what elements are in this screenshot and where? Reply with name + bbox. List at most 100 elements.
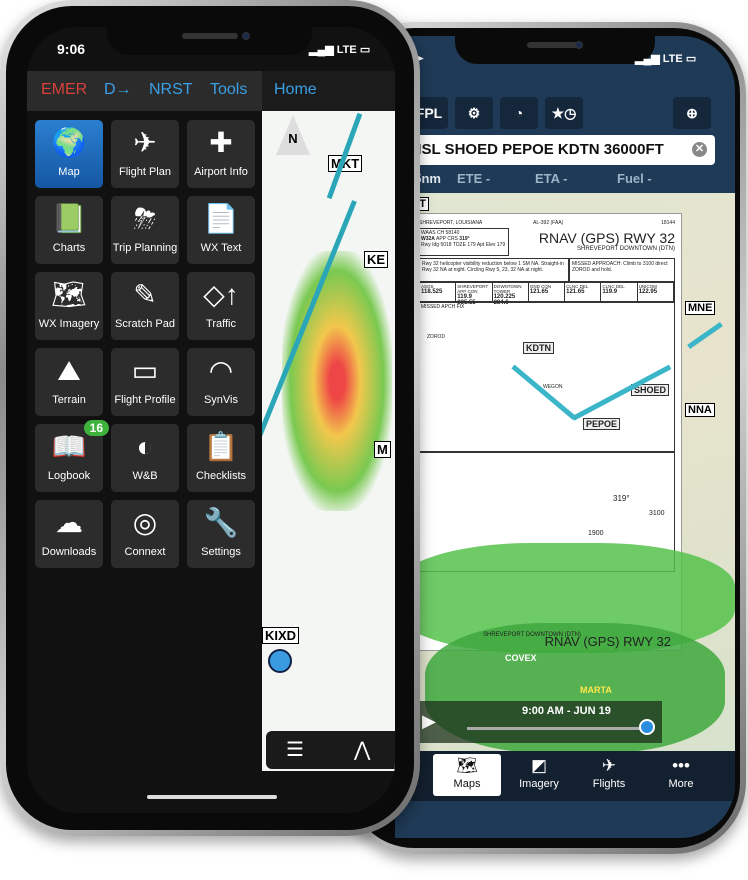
- timeline-label: 9:00 AM - JUN 19: [522, 705, 611, 717]
- tile-checklists[interactable]: 📋 Checklists: [187, 424, 255, 492]
- tile-traffic[interactable]: ◇↑ Traffic: [187, 272, 255, 340]
- tile-synvis[interactable]: ◠ SynVis: [187, 348, 255, 416]
- map-view[interactable]: N MKT KE M KIXD ☰ ⋀: [262, 111, 395, 771]
- weather-timeline[interactable]: ▶ 9:00 AM - JUN 19: [412, 701, 662, 743]
- timeline-track[interactable]: [467, 727, 647, 730]
- eta-value: ETA -: [535, 171, 568, 186]
- waypoint-kixd: KIXD: [262, 627, 300, 644]
- left-phone-screen: 9:06 ▂▄▆ LTE ▭ EMER D→ NRST Tools Home 🌍…: [27, 27, 395, 813]
- frequency-cell: SHREVEPORT APP CON 119.9 335.55: [456, 283, 493, 306]
- tile-icon: 🗺: [51, 279, 87, 310]
- map-label-nna: NNA: [685, 403, 715, 417]
- map-label-marta: MARTA: [580, 685, 612, 695]
- frequency-cell: UNICOM 122.95: [638, 283, 674, 301]
- north-arrow-icon[interactable]: N: [276, 115, 310, 155]
- gauge-icon: ◔: [514, 105, 524, 121]
- tile-icon: ✚: [209, 127, 233, 158]
- route-input[interactable]: MSL SHOED PEPOE KDTN 36000FT ✕: [405, 135, 715, 165]
- waypoint-m: M: [374, 441, 391, 458]
- home-indicator[interactable]: [147, 795, 277, 799]
- tile-logbook[interactable]: 📖 Logbook 16: [35, 420, 109, 492]
- tab-imagery[interactable]: ◩ Imagery: [505, 754, 573, 796]
- map-icon: 🗺: [456, 756, 478, 775]
- tile-icon: ◠: [208, 355, 234, 386]
- route-line: [687, 321, 723, 350]
- battery-icon: ▭: [685, 53, 697, 65]
- home-button[interactable]: Home: [274, 81, 317, 99]
- route-icon[interactable]: ⋀: [354, 737, 370, 762]
- frequency-cell: GND CON 121.65: [529, 283, 566, 301]
- ete-value: ETE -: [457, 171, 491, 186]
- tab-maps[interactable]: 🗺 Maps: [433, 754, 501, 796]
- plate-footer-title: RNAV (GPS) RWY 32: [544, 634, 671, 649]
- tile-icon: ▭: [131, 355, 159, 386]
- fix-pepoe: PEPOE: [583, 418, 621, 430]
- badge: 16: [83, 420, 109, 436]
- tile-icon: ◇↑: [203, 279, 239, 310]
- instruments-button[interactable]: ◔: [500, 97, 538, 129]
- map-label-covex: COVEX: [505, 653, 537, 663]
- fix-kdtn: KDTN: [523, 342, 554, 354]
- tile-icon: ✎: [133, 279, 157, 310]
- center-location-button[interactable]: ⊕: [673, 97, 711, 129]
- gear-icon: ⚙: [467, 104, 481, 121]
- tile-icon: ◎: [132, 507, 158, 538]
- settings-button[interactable]: ⚙: [455, 97, 493, 129]
- tile-icon: 📗: [51, 203, 87, 234]
- airport-kixd-icon[interactable]: [268, 649, 292, 673]
- tab-more[interactable]: ••• More: [647, 754, 715, 796]
- tile-wx-text[interactable]: 📄 WX Text: [187, 196, 255, 264]
- weather-radar: [282, 251, 392, 511]
- right-phone-screen: ➤ ▂▄▆ LTE ▭ FPL ⚙ ◔ ★◷ ⊕ MSL SHOED PEPOE…: [395, 36, 735, 838]
- waypoint-ke: KE: [364, 251, 389, 268]
- nrst-button[interactable]: NRST: [149, 81, 193, 99]
- tile-flight-plan[interactable]: ✈ Flight Plan: [111, 120, 179, 188]
- tile-settings[interactable]: 🔧 Settings: [187, 500, 255, 568]
- tile-trip-planning[interactable]: ⛈ Trip Planning: [111, 196, 179, 264]
- battery-icon: ▭: [359, 44, 371, 56]
- fuel-value: Fuel -: [617, 171, 652, 186]
- timeline-slider-handle[interactable]: [639, 719, 655, 735]
- tile-flight-profile[interactable]: ▭ Flight Profile: [111, 348, 179, 416]
- tile-connext[interactable]: ◎ Connext: [111, 500, 179, 568]
- more-icon: •••: [672, 756, 690, 775]
- layers-icon[interactable]: ☰: [286, 737, 304, 762]
- tile-icon: 🔧: [203, 507, 239, 538]
- tile-downloads[interactable]: ☁ Downloads: [35, 500, 103, 568]
- tile-icon: 📄: [203, 203, 239, 234]
- tile-scratch-pad[interactable]: ✎ Scratch Pad: [111, 272, 179, 340]
- clear-icon[interactable]: ✕: [692, 142, 707, 157]
- recents-button[interactable]: ★◷: [545, 97, 583, 129]
- frequency-cell: ASOS 118.525: [420, 283, 457, 301]
- tile-wx-imagery[interactable]: 🗺 WX Imagery: [35, 272, 103, 340]
- tools-button[interactable]: Tools: [210, 81, 247, 99]
- top-menu-bar: EMER D→ NRST Tools: [27, 71, 262, 111]
- tile-terrain[interactable]: ⛰ Terrain: [35, 348, 103, 416]
- network-label: LTE: [662, 53, 683, 65]
- tile-icon: ⛈: [133, 203, 157, 234]
- map-label-mne: MNE: [685, 301, 716, 315]
- tile-icon: ⛰: [57, 355, 81, 386]
- tile-w-b[interactable]: ◐ W&B: [111, 424, 179, 492]
- status-time: 9:06: [57, 41, 86, 57]
- signal-icon: ▂▄▆: [635, 53, 663, 65]
- tile-icon: 📋: [203, 431, 239, 462]
- map-view[interactable]: EDT MNE NNA SHREVEPORT, LOUISIANA AL-392…: [395, 193, 735, 751]
- tile-airport-info[interactable]: ✚ Airport Info: [187, 120, 255, 188]
- frequency-cell: DOWNTOWN TOWER 120.225 284.6: [493, 283, 529, 306]
- tile-charts[interactable]: 📗 Charts: [35, 196, 103, 264]
- emer-button[interactable]: EMER: [41, 81, 87, 99]
- tab-flights[interactable]: ✈ Flights: [575, 754, 643, 796]
- flights-icon: ✈: [601, 756, 617, 775]
- frequency-cell: CLNC DEL 121.65: [565, 283, 602, 301]
- star-clock-icon: ★◷: [551, 104, 577, 121]
- play-icon[interactable]: ▶: [422, 711, 436, 732]
- tile-icon: ◐: [136, 431, 154, 462]
- tile-map[interactable]: 🌍 Map: [35, 120, 103, 188]
- signal-icon: ▂▄▆: [309, 44, 337, 56]
- direct-to-button[interactable]: D→: [104, 81, 132, 99]
- bottom-tab-bar: 🗺 Maps ◩ Imagery ✈ Flights ••• More: [395, 751, 735, 801]
- imagery-icon: ◩: [530, 756, 548, 775]
- tile-icon: 🌍: [51, 127, 87, 158]
- plate-title: RNAV (GPS) RWY 32: [538, 230, 675, 246]
